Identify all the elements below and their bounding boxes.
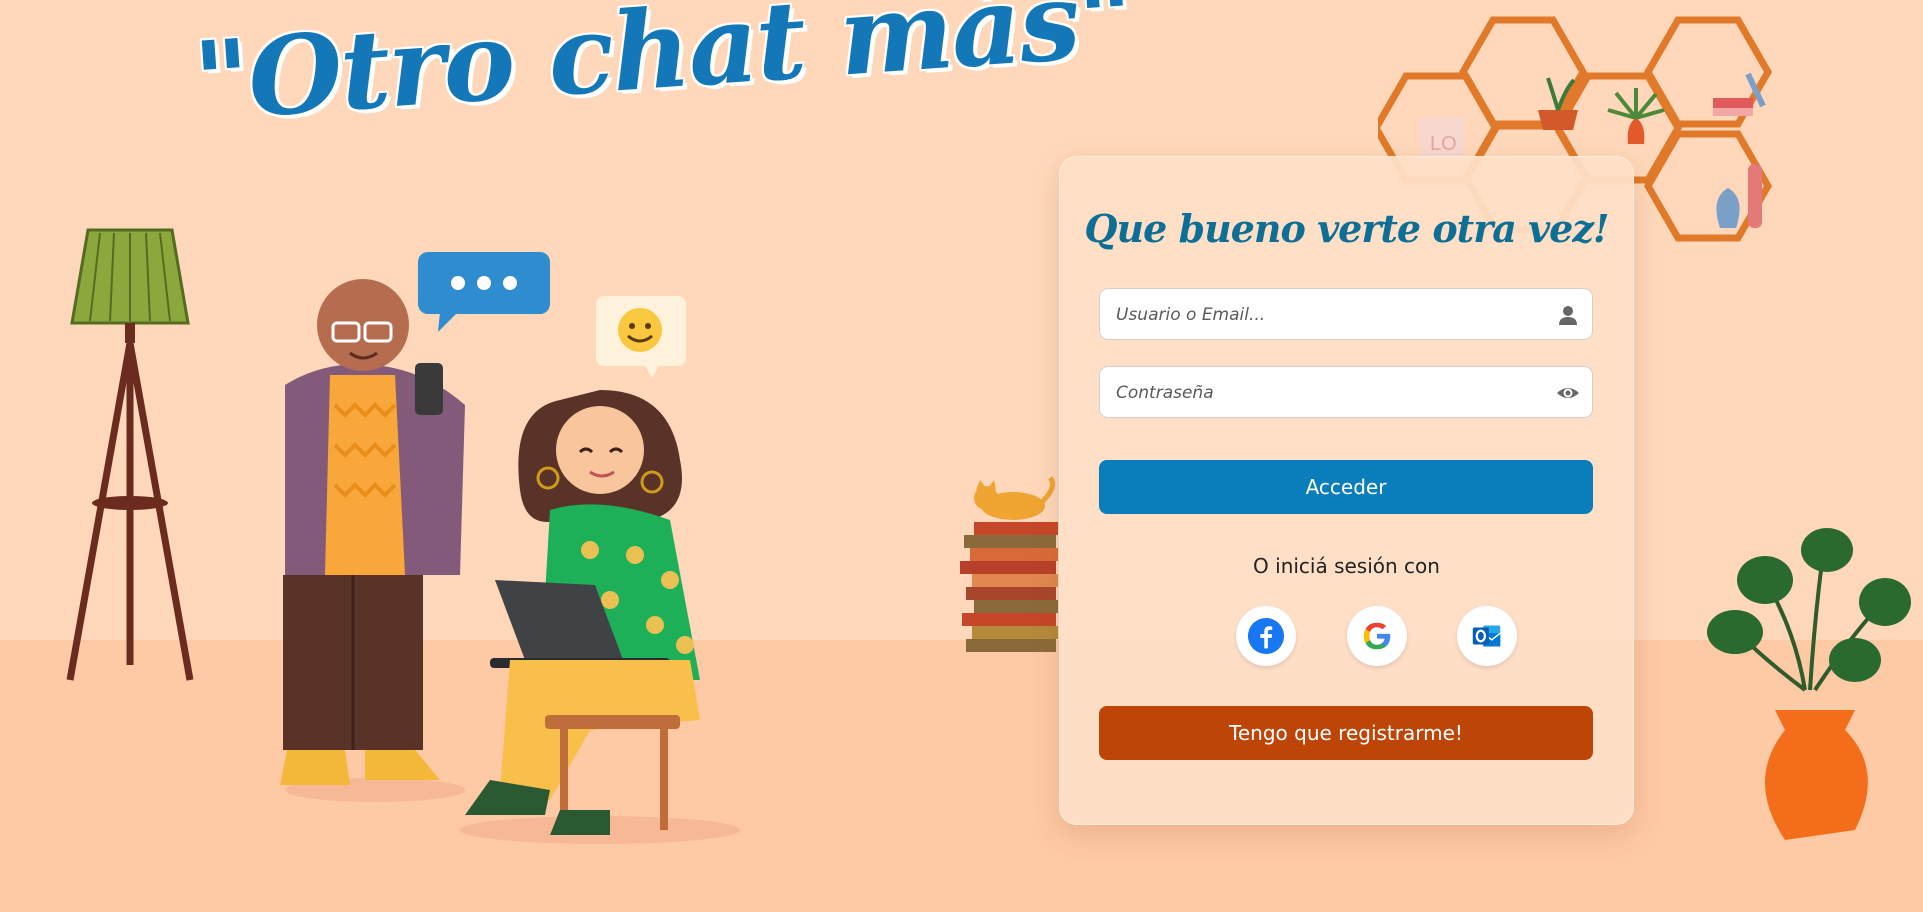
login-title: Que bueno verte otra vez! [1084,206,1609,251]
eye-icon[interactable] [1556,381,1580,405]
username-field [1099,288,1593,341]
user-icon [1559,306,1577,325]
register-button[interactable]: Tengo que registrarme! [1099,706,1593,760]
potted-plant-illustration [1707,528,1911,840]
man-with-phone-illustration [280,279,465,802]
outlook-icon [1472,625,1501,647]
login-button[interactable]: Acceder [1099,460,1593,514]
woman-with-laptop-illustration [460,390,740,844]
book-stack-cat-illustration [960,476,1058,652]
tile-lo-text: LO [1430,133,1457,155]
password-input[interactable] [1114,367,1538,419]
outlook-login-button[interactable] [1457,606,1517,666]
login-card: Que bueno verte otra vez! Acceder O inic… [1059,156,1634,825]
floor-lamp-illustration [66,228,194,681]
google-icon [1363,622,1391,650]
password-field [1099,366,1593,419]
alt-login-text: O iniciá sesión con [1253,554,1440,578]
facebook-icon [1247,617,1285,655]
smiley-speech-bubble [596,296,686,378]
username-input[interactable] [1114,289,1538,341]
google-login-button[interactable] [1347,606,1407,666]
facebook-login-button[interactable] [1236,606,1296,666]
